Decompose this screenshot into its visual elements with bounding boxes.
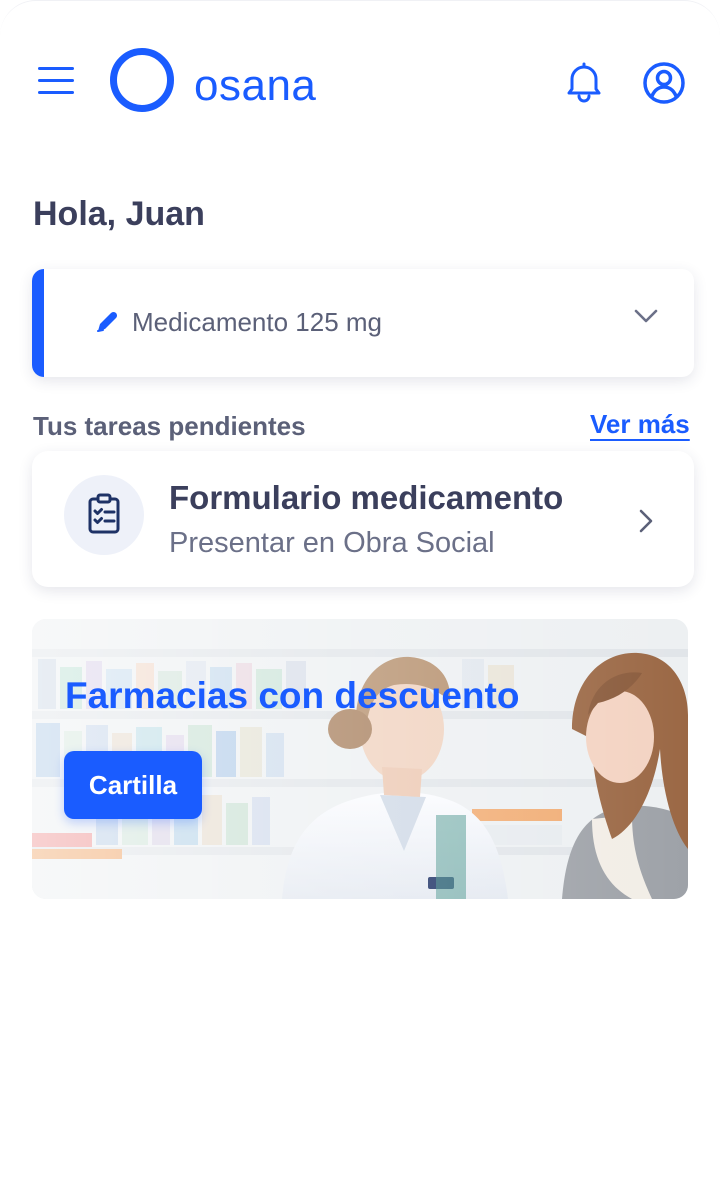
brand-name: osana <box>194 61 317 110</box>
promo-title: Farmacias con descuento <box>65 675 520 716</box>
chevron-right-icon[interactable] <box>636 507 656 535</box>
bell-icon[interactable] <box>562 59 606 103</box>
greeting-title: Hola, Juan <box>33 195 205 233</box>
card-accent-bar <box>32 269 44 377</box>
pending-tasks-heading: Tus tareas pendientes <box>33 411 306 441</box>
medication-label: Medicamento 125 mg <box>132 307 383 337</box>
medication-dropdown[interactable]: Medicamento 125 mg <box>32 269 694 377</box>
app-logo[interactable]: osana <box>110 47 316 113</box>
clipboard-list-icon <box>64 475 144 555</box>
user-circle-icon[interactable] <box>640 59 688 107</box>
task-subtitle: Presentar en Obra Social <box>169 527 495 559</box>
see-more-link[interactable]: Ver más <box>590 409 690 440</box>
task-card[interactable]: Formulario medicamento Presentar en Obra… <box>32 451 694 587</box>
chevron-down-icon[interactable] <box>632 305 660 327</box>
task-title: Formulario medicamento <box>169 479 564 516</box>
logo-ring-icon <box>110 48 174 112</box>
hamburger-menu-icon[interactable] <box>36 63 76 99</box>
pencil-icon <box>94 309 120 335</box>
app-header: osana <box>0 1 720 161</box>
directory-button[interactable]: Cartilla <box>64 751 202 819</box>
pharmacy-discount-banner[interactable]: Farmacias con descuento Cartilla <box>32 619 688 899</box>
app-screen: osana Hola, Juan Medicamento 125 mg Tus … <box>0 0 720 1200</box>
